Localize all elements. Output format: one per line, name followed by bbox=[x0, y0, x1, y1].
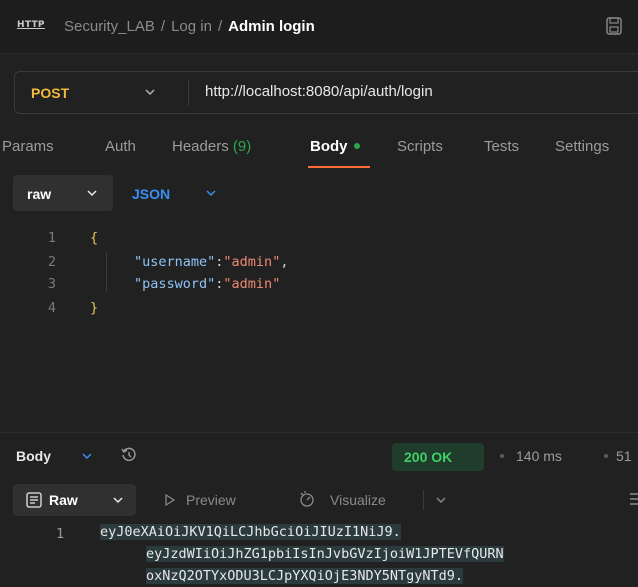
preview-label: Preview bbox=[186, 492, 236, 508]
play-icon bbox=[165, 494, 176, 506]
visualize-button[interactable]: Visualize bbox=[330, 492, 386, 508]
chevron-down-icon[interactable] bbox=[80, 449, 94, 463]
tab-headers-label: Headers bbox=[172, 138, 229, 155]
line-number: 3 bbox=[47, 276, 56, 292]
breadcrumb-folder[interactable]: Log in bbox=[171, 18, 212, 35]
workspace-header: HTTP Security_LAB / Log in / Admin login bbox=[0, 0, 638, 54]
response-body-label[interactable]: Body bbox=[16, 448, 51, 464]
menu-icon[interactable] bbox=[628, 491, 638, 507]
json-value: "admin" bbox=[223, 276, 281, 292]
line-number: 1 bbox=[56, 526, 65, 542]
breadcrumb-separator: / bbox=[160, 18, 166, 35]
code-line-username: "username":"admin", bbox=[134, 254, 288, 270]
history-icon[interactable] bbox=[120, 446, 138, 464]
breadcrumb-separator: / bbox=[217, 18, 223, 35]
tab-tests[interactable]: Tests bbox=[484, 138, 519, 155]
line-number: 1 bbox=[47, 230, 56, 246]
tab-scripts[interactable]: Scripts bbox=[397, 138, 443, 155]
response-size[interactable]: 51 bbox=[616, 448, 632, 464]
preview-button[interactable]: Preview bbox=[164, 492, 236, 508]
breadcrumb-request[interactable]: Admin login bbox=[228, 18, 315, 35]
headers-count-badge: (9) bbox=[232, 138, 252, 155]
tab-body-label: Body bbox=[310, 138, 348, 155]
save-icon[interactable] bbox=[606, 17, 622, 35]
response-format-label: Raw bbox=[49, 492, 78, 508]
active-tab-indicator bbox=[308, 166, 370, 168]
language-select[interactable]: JSON bbox=[132, 186, 170, 202]
code-line-password: "password":"admin" bbox=[134, 276, 280, 292]
separator-dot bbox=[500, 454, 504, 458]
raw-text-icon bbox=[26, 492, 42, 508]
request-url-bar: POST http://localhost:8080/api/auth/logi… bbox=[14, 71, 638, 114]
line-number: 2 bbox=[47, 254, 56, 270]
response-format-select[interactable]: Raw bbox=[13, 484, 136, 516]
response-time[interactable]: 140 ms bbox=[516, 448, 562, 464]
response-view-row: Raw Preview Visualize bbox=[0, 482, 638, 518]
status-code: 200 OK bbox=[404, 449, 453, 465]
url-divider bbox=[188, 80, 189, 106]
breadcrumb-collection[interactable]: Security_LAB bbox=[64, 18, 155, 35]
body-type-label: raw bbox=[27, 186, 52, 202]
visualize-icon[interactable] bbox=[298, 490, 316, 508]
response-header: Body 200 OK 140 ms 51 bbox=[0, 440, 638, 476]
tab-headers[interactable]: Headers (9) bbox=[172, 138, 251, 155]
tab-auth[interactable]: Auth bbox=[105, 138, 136, 155]
body-type-select[interactable]: raw bbox=[13, 175, 113, 211]
status-badge[interactable]: 200 OK bbox=[392, 443, 484, 471]
chevron-down-icon[interactable] bbox=[434, 493, 448, 507]
json-comma: , bbox=[280, 254, 289, 270]
open-brace: { bbox=[90, 230, 99, 246]
json-key: "username" bbox=[134, 254, 216, 270]
tab-body[interactable]: Body bbox=[310, 138, 360, 155]
response-divider[interactable] bbox=[0, 432, 638, 433]
json-value: "admin" bbox=[223, 254, 281, 270]
token-line: oxNzQ2OTYxODU3LCJpYXQiOjE3NDY5NTgyNTd9. bbox=[146, 568, 463, 584]
token-line: eyJ0eXAiOiJKV1QiLCJhbGciOiJIUzI1NiJ9. bbox=[100, 524, 401, 540]
chevron-down-icon[interactable] bbox=[143, 85, 157, 99]
request-tabs: Params Auth Headers (9) Body Scripts Tes… bbox=[0, 130, 638, 170]
json-key: "password" bbox=[134, 276, 216, 292]
chevron-down-icon[interactable] bbox=[204, 186, 218, 200]
response-body-viewer[interactable]: 1 eyJ0eXAiOiJKV1QiLCJhbGciOiJIUzI1NiJ9. … bbox=[0, 520, 638, 587]
chevron-down-icon bbox=[87, 190, 97, 197]
http-method-select[interactable]: POST bbox=[31, 85, 69, 101]
http-request-icon: HTTP bbox=[17, 20, 45, 30]
body-mode-row: raw JSON bbox=[0, 172, 638, 216]
request-body-editor[interactable]: 1 2 3 4 { "username":"admin", "password"… bbox=[0, 222, 638, 427]
url-input[interactable]: http://localhost:8080/api/auth/login bbox=[205, 83, 635, 100]
tab-params[interactable]: Params bbox=[2, 138, 54, 155]
indent-guide bbox=[106, 252, 107, 292]
line-number: 4 bbox=[47, 300, 56, 316]
breadcrumb: Security_LAB / Log in / Admin login bbox=[64, 18, 315, 35]
visualize-divider bbox=[423, 490, 424, 510]
separator-dot bbox=[604, 454, 608, 458]
chevron-down-icon bbox=[113, 497, 123, 504]
tab-settings[interactable]: Settings bbox=[555, 138, 609, 155]
body-active-dot bbox=[353, 143, 360, 149]
close-brace: } bbox=[90, 300, 99, 316]
token-line: eyJzdWIiOiJhZG1pbiIsInJvbGVzIjoiW1JPTEVf… bbox=[146, 546, 504, 562]
